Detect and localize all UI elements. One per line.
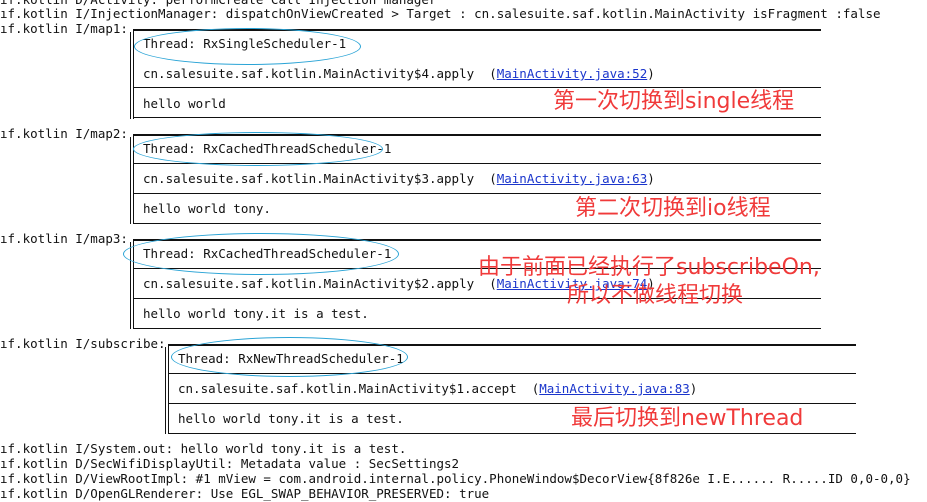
log-tag-map3: ıf.kotlin I/map3:	[0, 231, 128, 246]
highlight-oval	[134, 28, 361, 65]
annotation-map1: 第一次切换到single线程	[553, 89, 795, 114]
source-line: cn.salesuite.saf.kotlin.MainActivity$3.a…	[143, 171, 655, 186]
source-link[interactable]: MainActivity.java:52	[497, 66, 648, 81]
log-line: ıf.kotlin I/InjectionManager: dispatchOn…	[0, 6, 881, 21]
source-method: cn.salesuite.saf.kotlin.MainActivity$3.a…	[143, 171, 475, 186]
log-tag-map1: ıf.kotlin I/map1:	[0, 21, 128, 36]
message-line: hello world tony.it is a test.	[178, 411, 404, 426]
log-line: ıf.kotlin D/ViewRootImpl: #1 mView = com…	[0, 471, 911, 486]
annotation-map3-line2: 所以不做线程切换	[567, 283, 744, 308]
log-tag-subscribe: ıf.kotlin I/subscribe:	[0, 336, 166, 351]
source-line: cn.salesuite.saf.kotlin.MainActivity$1.a…	[178, 381, 698, 396]
annotation-map3-line1: 由于前面已经执行了subscribeOn,	[478, 255, 820, 280]
source-link[interactable]: MainActivity.java:83	[539, 381, 690, 396]
source-line: cn.salesuite.saf.kotlin.MainActivity$4.a…	[143, 66, 655, 81]
source-method: cn.salesuite.saf.kotlin.MainActivity$2.a…	[143, 276, 475, 291]
message-line: hello world tony.	[143, 201, 271, 216]
annotation-map2: 第二次切换到io线程	[575, 196, 771, 221]
annotation-subscribe: 最后切换到newThread	[571, 406, 804, 431]
message-line: hello world	[143, 96, 226, 111]
highlight-oval	[133, 132, 383, 166]
message-line: hello world tony.it is a test.	[143, 306, 369, 321]
log-tag-map2: ıf.kotlin I/map2:	[0, 126, 128, 141]
source-link[interactable]: MainActivity.java:63	[497, 171, 648, 186]
highlight-oval	[123, 233, 399, 275]
source-method: cn.salesuite.saf.kotlin.MainActivity$1.a…	[178, 381, 517, 396]
log-line: ıf.kotlin I/System.out: hello world tony…	[0, 441, 407, 456]
log-line: ıf.kotlin D/SecWifiDisplayUtil: Metadata…	[0, 456, 460, 471]
highlight-oval	[171, 337, 408, 377]
source-method: cn.salesuite.saf.kotlin.MainActivity$4.a…	[143, 66, 475, 81]
